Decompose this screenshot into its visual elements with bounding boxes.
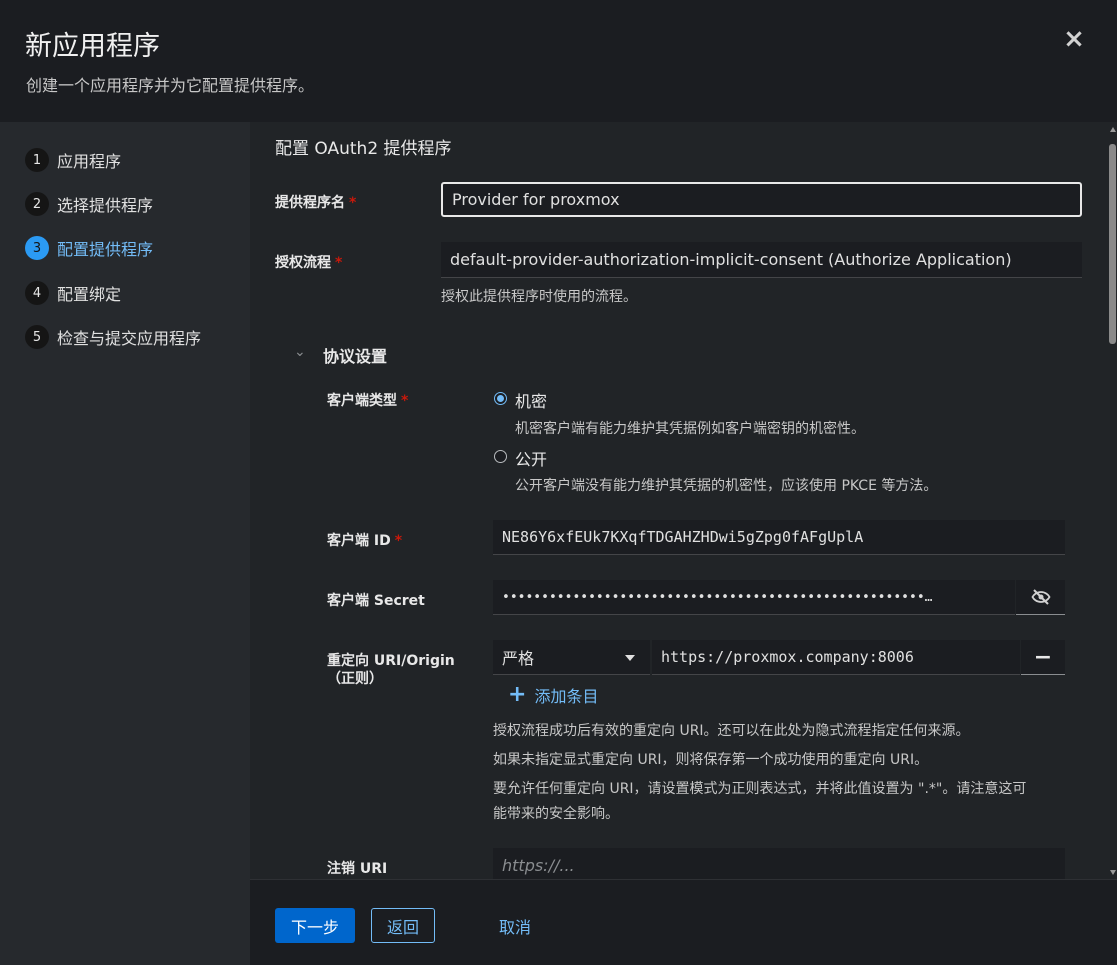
redirect-help-3b: 能带来的安全影响。 (493, 806, 619, 822)
form-body: 配置 OAuth2 提供程序 提供程序名 * Provider for proxm… (250, 122, 1108, 879)
close-icon[interactable]: × (1062, 26, 1086, 52)
nav-item-configure-binding[interactable]: 4 配置绑定 (25, 281, 121, 305)
nav-item-label: 配置提供程序 (57, 240, 154, 259)
nav-item-application[interactable]: 1 应用程序 (25, 148, 121, 172)
redirect-url-input[interactable]: https://proxmox.company:8006 (652, 640, 1020, 675)
scrollbar-thumb[interactable] (1109, 144, 1116, 344)
plus-icon: + (508, 682, 527, 707)
client-type-confidential-help: 机密客户端有能力维护其凭据例如客户端密钥的机密性。 (515, 421, 865, 437)
page-subtitle: 创建一个应用程序并为它配置提供程序。 (26, 76, 315, 95)
client-secret-label: 客户端 Secret (327, 593, 425, 609)
nav-item-choose-provider[interactable]: 2 选择提供程序 (25, 192, 153, 216)
client-type-public-radio[interactable] (494, 450, 507, 463)
client-type-public-label[interactable]: 公开 (515, 446, 547, 470)
client-type-confidential-radio[interactable] (494, 392, 507, 405)
new-application-modal: 新应用程序 创建一个应用程序并为它配置提供程序。 × 1 应用程序 2 选择提供… (0, 0, 1117, 965)
logout-uri-label: 注销 URI (327, 861, 388, 877)
scroll-up-arrow-icon[interactable] (1110, 127, 1116, 132)
logout-uri-input[interactable]: https://... (493, 848, 1065, 879)
client-type-confidential-label[interactable]: 机密 (515, 388, 547, 412)
nav-item-label: 应用程序 (57, 152, 122, 171)
toggle-visibility-button[interactable] (1016, 580, 1065, 615)
auth-flow-select[interactable]: default-provider-authorization-implicit-… (441, 242, 1082, 278)
nav-item-label: 检查与提交应用程序 (57, 329, 202, 348)
remove-entry-button[interactable]: − (1021, 640, 1065, 675)
back-button[interactable]: 返回 (371, 908, 435, 943)
client-id-input[interactable]: NE86Y6xfEUk7KXqfTDGAHZHDwi5gZpg0fAFgUplA (493, 520, 1065, 555)
provider-name-input[interactable]: Provider for proxmox (441, 182, 1082, 217)
next-button[interactable]: 下一步 (275, 908, 355, 943)
modal-header: 新应用程序 创建一个应用程序并为它配置提供程序。 × (0, 0, 1117, 122)
client-type-public-help: 公开客户端没有能力维护其凭据的机密性，应该使用 PKCE 等方法。 (515, 478, 938, 494)
provider-name-label: 提供程序名 * (275, 195, 357, 211)
client-type-label: 客户端类型 * (327, 393, 409, 409)
step-number: 5 (25, 325, 49, 349)
modal-footer: 下一步 返回 取消 (250, 879, 1117, 965)
step-number: 4 (25, 281, 49, 305)
nav-item-label: 配置绑定 (57, 285, 122, 304)
client-secret-input[interactable]: ••••••••••••••••••••••••••••••••••••••••… (493, 580, 1015, 615)
chevron-down-icon[interactable]: ⌄ (294, 344, 306, 360)
caret-down-icon (625, 655, 635, 661)
step-number: 3 (25, 236, 49, 260)
redirect-help-1: 授权流程成功后有效的重定向 URI。还可以在此处为隐式流程指定任何来源。 (493, 723, 970, 739)
add-entry-label: 添加条目 (534, 686, 599, 706)
protocol-settings-toggle[interactable]: 协议设置 (323, 343, 387, 367)
section-title: 配置 OAuth2 提供程序 (275, 139, 452, 159)
nav-item-configure-provider[interactable]: 3 配置提供程序 (25, 236, 153, 260)
eye-slash-icon (1030, 589, 1051, 605)
redirect-mode-select[interactable]: 严格 (493, 640, 650, 675)
wizard-nav: 1 应用程序 2 选择提供程序 3 配置提供程序 4 配置绑定 5 检查与提交应… (0, 122, 250, 965)
client-id-label: 客户端 ID * (327, 533, 403, 549)
redirect-mode-value: 严格 (502, 649, 535, 668)
cancel-button[interactable]: 取消 (483, 908, 547, 943)
step-number: 2 (25, 192, 49, 216)
redirect-help-2: 如果未指定显式重定向 URI，则将保存第一个成功使用的重定向 URI。 (493, 752, 929, 768)
add-entry-button[interactable]: + 添加条目 (508, 682, 598, 707)
redirect-uri-label-regex: （正则） (327, 671, 383, 687)
nav-item-label: 选择提供程序 (57, 196, 154, 215)
page-title: 新应用程序 (25, 31, 160, 62)
redirect-help-3: 要允许任何重定向 URI，请设置模式为正则表达式，并将此值设置为 ".*"。请注… (493, 781, 1027, 797)
redirect-uri-label: 重定向 URI/Origin (327, 653, 455, 669)
auth-flow-help: 授权此提供程序时使用的流程。 (441, 289, 637, 305)
scroll-down-arrow-icon[interactable] (1110, 870, 1116, 875)
nav-item-review-submit[interactable]: 5 检查与提交应用程序 (25, 325, 201, 349)
auth-flow-label: 授权流程 * (275, 255, 343, 271)
step-number: 1 (25, 148, 49, 172)
